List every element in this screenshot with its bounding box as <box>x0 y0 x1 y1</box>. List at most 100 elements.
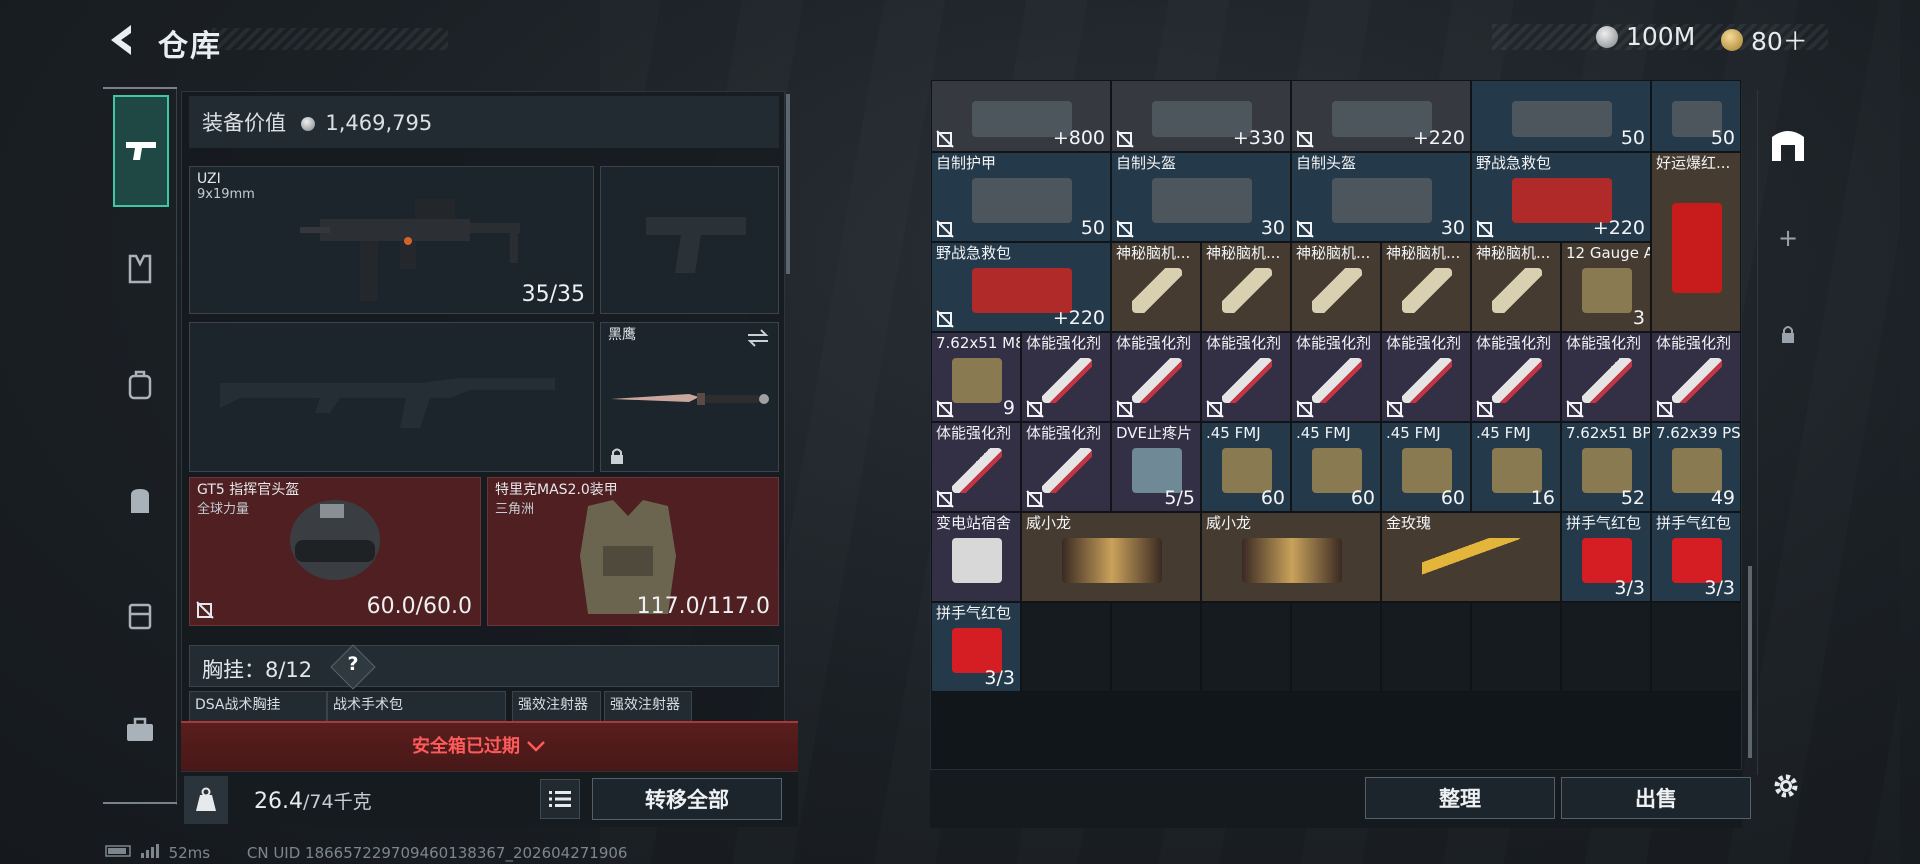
item-count: 60 <box>1440 487 1465 509</box>
gold-currency[interactable]: 80＋ <box>1721 22 1808 58</box>
inventory-cell[interactable]: DVE止疼片 5/5 <box>1111 422 1201 512</box>
inventory-cell[interactable]: 体能强化剂 <box>931 422 1021 512</box>
item-thumbnail <box>1421 538 1523 584</box>
inventory-cell[interactable]: 金玫瑰 <box>1381 512 1561 602</box>
chest-slot-2[interactable]: 战术手术包 <box>327 691 506 723</box>
nav-chest-rig[interactable] <box>112 241 168 297</box>
item-name: 自制头盔 <box>1296 154 1357 172</box>
item-count: 52 <box>1620 487 1645 509</box>
inventory-cell[interactable]: 神秘脑机... <box>1291 242 1381 332</box>
chest-slot-3[interactable]: 强效注射器 <box>512 691 601 723</box>
swap-icon[interactable] <box>746 329 770 347</box>
list-view-button[interactable] <box>540 779 580 819</box>
inventory-cell[interactable]: 自制头盔 30 <box>1291 152 1471 242</box>
item-name: DVE止疼片 <box>1116 424 1193 442</box>
item-count: 60 <box>1350 487 1375 509</box>
inventory-cell[interactable]: 50 <box>1651 80 1741 152</box>
secondary-weapon-slot[interactable] <box>600 166 779 314</box>
empty-cell[interactable] <box>1201 602 1291 692</box>
nav-weapons[interactable] <box>113 95 169 207</box>
helmet-slot[interactable]: GT5 指挥官头盔 全球力量 60.0/60.0 <box>189 477 481 626</box>
empty-cell[interactable] <box>1381 602 1471 692</box>
empty-cell[interactable] <box>1291 602 1381 692</box>
inventory-cell[interactable]: 体能强化剂 <box>1021 422 1111 512</box>
inventory-cell[interactable]: 50 <box>1471 80 1651 152</box>
item-name: 金玫瑰 <box>1386 514 1432 532</box>
inventory-cell[interactable]: 体能强化剂 <box>1291 332 1381 422</box>
item-thumbnail <box>1671 358 1723 404</box>
empty-cell[interactable] <box>1561 602 1651 692</box>
item-name: 7.62x51 BPZ <box>1566 424 1651 442</box>
inventory-cell[interactable]: 体能强化剂 <box>1201 332 1291 422</box>
inventory-cell[interactable]: 变电站宿舍 <box>931 512 1021 602</box>
inventory-cell[interactable]: 体能强化剂 <box>1021 332 1111 422</box>
item-name: 拼手气红包 <box>1656 514 1732 532</box>
back-button[interactable] <box>103 22 139 58</box>
nav-bag[interactable] <box>112 472 168 528</box>
inventory-cell[interactable]: 7.62x51 BPZ 52 <box>1561 422 1651 512</box>
inventory-cell[interactable]: 神秘脑机... <box>1381 242 1471 332</box>
inventory-cell[interactable]: +800 <box>931 80 1111 152</box>
nav-backpack[interactable] <box>112 357 168 413</box>
inventory-cell[interactable]: 体能强化剂 <box>1111 332 1201 422</box>
item-name: 体能强化剂 <box>1656 334 1732 352</box>
item-name: 自制头盔 <box>1116 154 1177 172</box>
chest-slot-4[interactable]: 强效注射器 <box>604 691 692 723</box>
nav-safe-case[interactable] <box>112 587 168 643</box>
empty-cell[interactable] <box>1651 602 1741 692</box>
inventory-cell[interactable]: 好运爆红... <box>1651 152 1741 332</box>
item-thumbnail <box>951 358 1003 404</box>
melee-slot[interactable]: 黑鹰 <box>600 322 779 472</box>
inventory-cell[interactable]: +220 <box>1291 80 1471 152</box>
inventory-scrollbar[interactable] <box>1748 566 1752 758</box>
inventory-cell[interactable]: 7.62x51 M80 9 <box>931 332 1021 422</box>
equipment-scrollbar[interactable] <box>786 94 790 274</box>
inventory-cell[interactable]: 拼手气红包 3/3 <box>1561 512 1651 602</box>
inventory-cell[interactable]: 体能强化剂 <box>1381 332 1471 422</box>
inventory-cell[interactable]: 自制头盔 30 <box>1111 152 1291 242</box>
inventory-cell[interactable]: 12 Gauge AP-20 3 <box>1561 242 1651 332</box>
inventory-cell[interactable]: 拼手气红包 3/3 <box>1651 512 1741 602</box>
inventory-cell[interactable]: 野战急救包 +220 <box>1471 152 1651 242</box>
inventory-cell[interactable]: .45 FMJ 60 <box>1381 422 1471 512</box>
sort-button[interactable]: 整理 <box>1365 777 1555 819</box>
chest-slot-1[interactable]: DSA战术胸挂 <box>189 691 327 723</box>
inventory-cell[interactable]: +330 <box>1111 80 1291 152</box>
inventory-cell[interactable]: .45 FMJ 60 <box>1201 422 1291 512</box>
inventory-cell[interactable]: 体能强化剂 <box>1561 332 1651 422</box>
item-name: 神秘脑机... <box>1476 244 1551 262</box>
transfer-all-button[interactable]: 转移全部 <box>592 778 782 820</box>
empty-cell[interactable] <box>1021 602 1111 692</box>
silver-currency[interactable]: 100M <box>1596 22 1695 51</box>
inventory-cell[interactable]: 体能强化剂 <box>1651 332 1741 422</box>
empty-cell[interactable] <box>1111 602 1201 692</box>
gear-icon <box>1774 774 1798 798</box>
inventory-cell[interactable]: 威小龙 <box>1201 512 1381 602</box>
no-insure-icon <box>196 601 214 619</box>
item-name: 神秘脑机... <box>1206 244 1281 262</box>
inventory-cell[interactable]: 威小龙 <box>1021 512 1201 602</box>
item-thumbnail <box>1041 448 1093 494</box>
item-count: 30 <box>1260 217 1285 239</box>
empty-cell[interactable] <box>1471 602 1561 692</box>
settings-button[interactable] <box>1764 764 1808 808</box>
sell-button[interactable]: 出售 <box>1561 777 1751 819</box>
inventory-cell[interactable]: 神秘脑机... <box>1201 242 1291 332</box>
rifle-slot[interactable] <box>189 322 594 472</box>
add-storage-button[interactable]: + <box>1768 218 1808 258</box>
no-insure-icon <box>1026 400 1044 418</box>
nav-toolbox[interactable] <box>112 702 168 758</box>
inventory-cell[interactable]: 神秘脑机... <box>1111 242 1201 332</box>
inventory-cell[interactable]: 7.62x39 PS 49 <box>1651 422 1741 512</box>
inventory-cell[interactable]: .45 FMJ 60 <box>1291 422 1381 512</box>
inventory-cell[interactable]: .45 FMJ 16 <box>1471 422 1561 512</box>
inventory-cell[interactable]: 拼手气红包 3/3 <box>931 602 1021 692</box>
primary-weapon-slot[interactable]: UZI 9x19mm 35/35 <box>189 166 594 314</box>
armor-slot[interactable]: 特里克MAS2.0装甲 三角洲 117.0/117.0 <box>487 477 779 626</box>
inventory-cell[interactable]: 野战急救包 +220 <box>931 242 1111 332</box>
warehouse-tab[interactable] <box>1768 124 1808 164</box>
inventory-cell[interactable]: 自制护甲 50 <box>931 152 1111 242</box>
inventory-cell[interactable]: 体能强化剂 <box>1471 332 1561 422</box>
locked-storage-tab[interactable] <box>1768 314 1808 354</box>
inventory-cell[interactable]: 神秘脑机... <box>1471 242 1561 332</box>
